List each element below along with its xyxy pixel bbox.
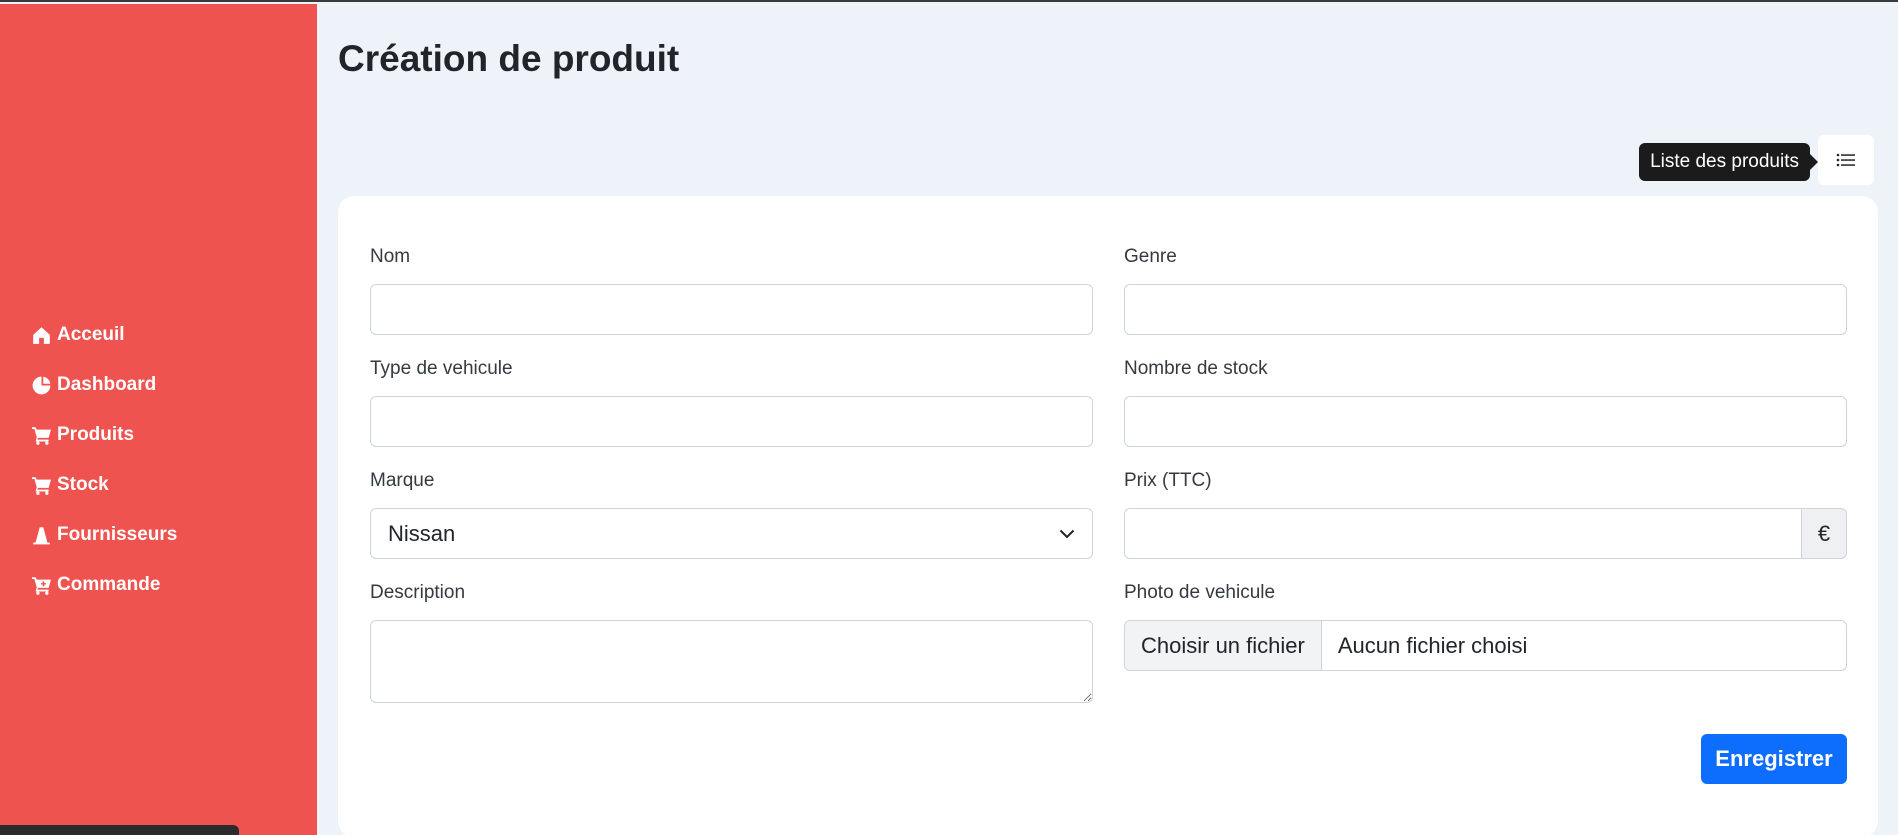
nombre-stock-label: Nombre de stock (1124, 358, 1268, 379)
description-label: Description (370, 582, 466, 603)
marque-label: Marque (370, 470, 435, 491)
sidebar-item-commande[interactable]: Commande (32, 560, 177, 610)
type-vehicule-label: Type de vehicule (370, 358, 513, 379)
sidebar-item-label: Stock (57, 474, 109, 495)
cart-icon (32, 476, 51, 495)
nombre-stock-field-group: Nombre de stock (1124, 356, 1847, 447)
cone-icon (33, 526, 50, 544)
description-textarea[interactable] (370, 620, 1093, 703)
type-vehicule-field-group: Type de vehicule (370, 356, 1093, 447)
type-vehicule-input[interactable] (370, 396, 1093, 447)
currency-addon: € (1801, 508, 1847, 559)
nom-field-group: Nom (370, 244, 1093, 335)
marque-field-group: Marque Nissan (370, 468, 1093, 559)
sidebar-item-dashboard[interactable]: Dashboard (32, 360, 177, 410)
page-title: Création de produit (338, 38, 680, 79)
nom-label: Nom (370, 246, 411, 267)
product-form-card: Nom Genre Type de vehicule Nombre de sto… (338, 196, 1878, 835)
sidebar-item-produits[interactable]: Produits (32, 410, 177, 460)
cart-plus-icon (32, 576, 51, 595)
save-button[interactable]: Enregistrer (1701, 734, 1847, 784)
nombre-stock-input[interactable] (1124, 396, 1847, 447)
sidebar-item-label: Dashboard (57, 374, 157, 395)
pie-chart-icon (32, 376, 51, 394)
photo-label: Photo de vehicule (1124, 582, 1276, 603)
marque-selected-value: Nissan (388, 520, 456, 546)
sidebar-item-fournisseurs[interactable]: Fournisseurs (32, 510, 177, 560)
file-status-text: Aucun fichier choisi (1337, 632, 1528, 658)
genre-input[interactable] (1124, 284, 1847, 335)
prix-field-group: Prix (TTC) € (1124, 468, 1847, 559)
photo-file-input[interactable]: Choisir un fichier Aucun fichier choisi (1124, 620, 1847, 671)
sidebar-item-acceuil[interactable]: Acceuil (32, 310, 177, 360)
sidebar-item-label: Commande (57, 574, 161, 595)
list-icon (1836, 153, 1855, 167)
sidebar-item-label: Acceuil (57, 324, 125, 345)
sidebar-item-stock[interactable]: Stock (32, 460, 177, 510)
choose-file-button[interactable]: Choisir un fichier (1125, 621, 1322, 670)
prix-input-group: € (1124, 508, 1847, 559)
product-list-button[interactable] (1818, 135, 1874, 185)
genre-field-group: Genre (1124, 244, 1847, 335)
sidebar-item-label: Produits (57, 424, 135, 445)
main-content: Création de produit Liste des produits N… (317, 4, 1898, 835)
browser-status-bar (0, 825, 239, 835)
cart-icon (32, 426, 51, 445)
sidebar-nav: Acceuil Dashboard Produits Stock Fournis… (32, 310, 177, 610)
chevron-down-icon (1059, 529, 1075, 538)
sidebar-item-label: Fournisseurs (57, 524, 178, 545)
list-tooltip: Liste des produits (1639, 143, 1818, 181)
marque-select[interactable]: Nissan (370, 508, 1093, 559)
home-icon (33, 326, 50, 344)
sidebar: Acceuil Dashboard Produits Stock Fournis… (0, 4, 317, 835)
nom-input[interactable] (370, 284, 1093, 335)
genre-label: Genre (1124, 246, 1177, 267)
photo-field-group: Photo de vehicule Choisir un fichier Auc… (1124, 580, 1847, 671)
prix-label: Prix (TTC) (1124, 470, 1212, 491)
description-field-group: Description (370, 580, 1093, 708)
prix-input[interactable] (1124, 508, 1801, 559)
